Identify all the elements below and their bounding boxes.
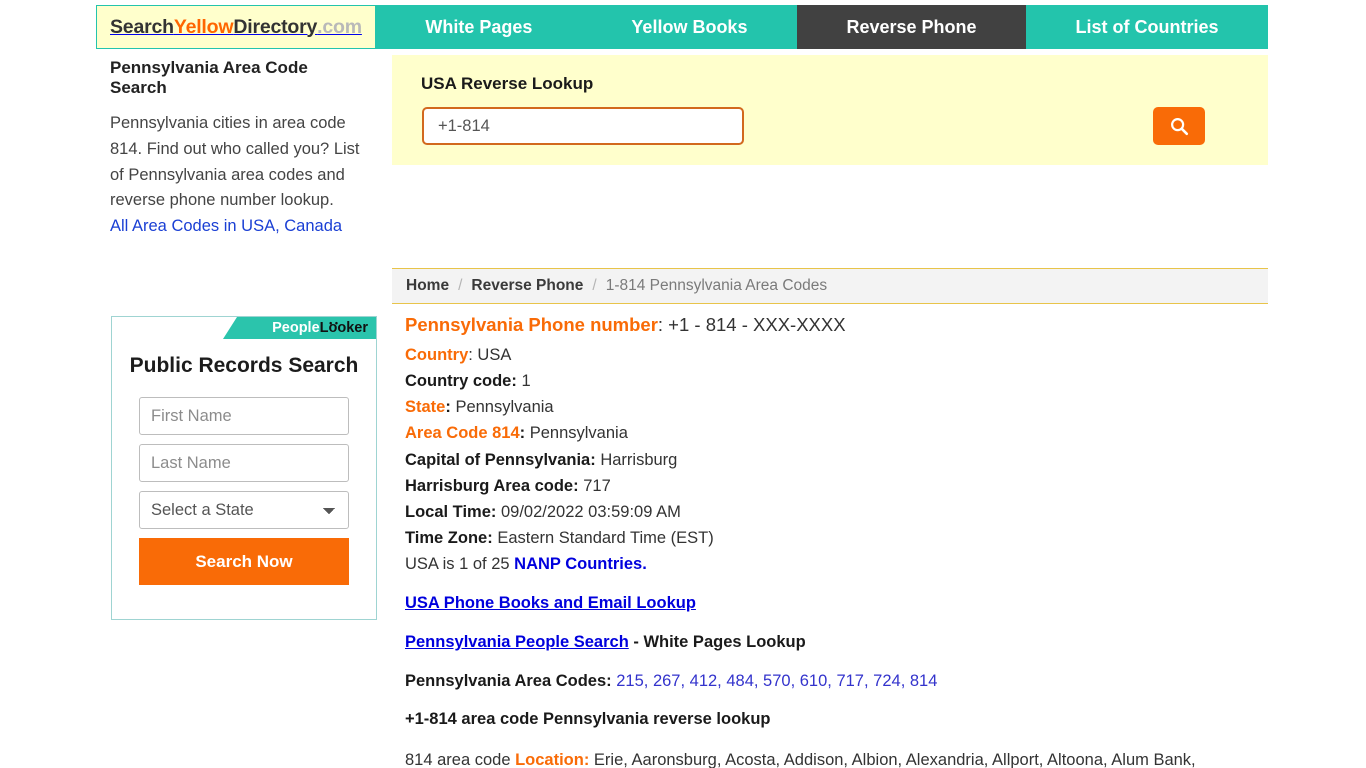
area-codes-list: Pennsylvania Area Codes: 215, 267, 412, … bbox=[405, 672, 938, 691]
sidebar: Pennsylvania Area Code Search Pennsylvan… bbox=[110, 58, 382, 240]
reverse-lookup-label: USA Reverse Lookup bbox=[421, 74, 594, 93]
search-now-button[interactable]: Search Now bbox=[139, 538, 349, 586]
breadcrumb-home-link[interactable]: Home bbox=[406, 277, 449, 295]
location-label: Location: bbox=[515, 750, 590, 768]
area-codes-label: Pennsylvania Area Codes: bbox=[405, 672, 617, 691]
phone-number-heading-value: : +1 - 814 - XXX-XXXX bbox=[657, 314, 846, 335]
phone-number-heading: Pennsylvania Phone number: +1 - 814 - XX… bbox=[405, 312, 1235, 338]
location-paragraph: 814 area code Location: Erie, Aaronsburg… bbox=[405, 747, 1227, 768]
detail-value-country-code: 1 bbox=[521, 372, 531, 391]
area-code-link-484[interactable]: 484 bbox=[726, 672, 754, 690]
area-code-link-610[interactable]: 610 bbox=[800, 672, 828, 690]
sidebar-description-text: Pennsylvania cities in area code 814. Fi… bbox=[110, 113, 360, 210]
peoplelooker-logo-dots: •• bbox=[329, 317, 341, 328]
nav-item-list-of-countries[interactable]: List of Countries bbox=[1026, 5, 1268, 49]
breadcrumb-separator: / bbox=[458, 277, 463, 294]
public-records-search-form: Select a State Search Now bbox=[139, 397, 349, 586]
detail-row-capital-area-code: Harrisburg Area code: 717 bbox=[405, 476, 611, 495]
detail-value-area-code: Pennsylvania bbox=[529, 424, 628, 443]
sidebar-all-area-codes-link[interactable]: All Area Codes in USA, Canada bbox=[110, 214, 342, 240]
widget-heading: Public Records Search bbox=[129, 354, 359, 377]
peoplelooker-logo-people: People bbox=[272, 320, 320, 336]
pennsylvania-people-search-link[interactable]: Pennsylvania People Search bbox=[405, 633, 629, 651]
reverse-lookup-subheading: +1-814 area code Pennsylvania reverse lo… bbox=[405, 710, 771, 729]
detail-value-capital: Harrisburg bbox=[600, 450, 678, 469]
detail-key-capital-area-code: Harrisburg Area code bbox=[405, 476, 574, 495]
area-code-link-717[interactable]: 717 bbox=[836, 672, 864, 690]
site-logo[interactable]: Search Yellow Directory .com bbox=[96, 5, 376, 49]
main-content: Pennsylvania Phone number: +1 - 814 - XX… bbox=[405, 312, 1235, 768]
nanp-line: USA is 1 of 25 NANP Countries. bbox=[405, 551, 1235, 577]
peoplelooker-logo-looker-text: Looker bbox=[319, 320, 368, 336]
detail-key-capital: Capital of Pennsylvania bbox=[405, 450, 591, 469]
detail-value-state: Pennsylvania bbox=[455, 398, 554, 417]
detail-row-capital: Capital of Pennsylvania: Harrisburg bbox=[405, 450, 678, 469]
phone-number-heading-key: Pennsylvania Phone number bbox=[405, 314, 658, 335]
detail-value-time-zone: Eastern Standard Time (EST) bbox=[497, 528, 714, 547]
nanp-countries-link[interactable]: NANP Countries. bbox=[514, 555, 647, 573]
sidebar-title: Pennsylvania Area Code Search bbox=[110, 58, 308, 98]
detail-key-country-code: Country code bbox=[405, 372, 512, 391]
people-search-suffix: - White Pages Lookup bbox=[628, 632, 806, 651]
search-icon bbox=[1171, 118, 1189, 136]
detail-key-time-zone: Time Zone bbox=[405, 528, 488, 547]
nav-item-reverse-phone[interactable]: Reverse Phone bbox=[796, 5, 1027, 49]
nav-item-white-pages[interactable]: White Pages bbox=[376, 5, 582, 49]
detail-row-country-code: Country code: 1 bbox=[405, 372, 531, 391]
area-code-link-412[interactable]: 412 bbox=[690, 672, 718, 690]
logo-text-search: Search bbox=[110, 15, 174, 38]
reverse-lookup-search-button[interactable] bbox=[1153, 107, 1205, 145]
detail-value-country: USA bbox=[477, 346, 512, 365]
detail-key-country: Country bbox=[405, 346, 469, 365]
logo-text-yellow: Yellow bbox=[173, 15, 234, 38]
usa-phone-books-link[interactable]: USA Phone Books and Email Lookup bbox=[405, 594, 696, 612]
breadcrumb: Home / Reverse Phone / 1-814 Pennsylvani… bbox=[392, 268, 1268, 304]
logo-text-directory: Directory bbox=[233, 15, 318, 38]
logo-text-com: .com bbox=[317, 15, 362, 38]
state-select[interactable]: Select a State bbox=[139, 491, 349, 530]
last-name-input[interactable] bbox=[139, 444, 349, 483]
nanp-prefix: USA is 1 of 25 bbox=[405, 554, 515, 573]
detail-row-country: Country: USA bbox=[405, 346, 512, 365]
first-name-input[interactable] bbox=[139, 397, 349, 436]
detail-row-local-time: Local Time: 09/02/2022 03:59:09 AM bbox=[405, 502, 681, 521]
breadcrumb-separator-2: / bbox=[592, 277, 597, 294]
location-prefix: 814 area code bbox=[405, 750, 516, 768]
reverse-lookup-input[interactable] bbox=[422, 107, 744, 145]
phone-books-block: USA Phone Books and Email Lookup bbox=[405, 591, 1235, 616]
detail-row-time-zone: Time Zone: Eastern Standard Time (EST) bbox=[405, 528, 714, 547]
area-code-link-724[interactable]: 724 bbox=[873, 672, 901, 690]
top-navigation-bar: Search Yellow Directory .com White Pages Ye… bbox=[96, 5, 1268, 49]
page-root: Search Yellow Directory .com White Pages Ye… bbox=[0, 0, 1366, 768]
people-search-block: Pennsylvania People Search - White Pages… bbox=[405, 630, 1235, 655]
area-code-link-267[interactable]: 267 bbox=[653, 672, 681, 690]
area-code-link-814[interactable]: 814 bbox=[910, 672, 938, 690]
area-code-link-570[interactable]: 570 bbox=[763, 672, 791, 690]
peoplelooker-logo-looker: •• Looker bbox=[319, 317, 368, 337]
detail-key-state: State bbox=[405, 398, 446, 417]
detail-value-local-time: 09/02/2022 03:59:09 AM bbox=[501, 502, 681, 521]
detail-key-area-code: Area Code 814 bbox=[405, 424, 520, 443]
nav-item-yellow-books[interactable]: Yellow Books bbox=[582, 5, 797, 49]
detail-value-capital-area-code: 717 bbox=[583, 476, 611, 495]
area-code-link-215[interactable]: 215 bbox=[616, 672, 644, 690]
breadcrumb-reverse-phone-link[interactable]: Reverse Phone bbox=[471, 277, 583, 295]
reverse-lookup-panel: USA Reverse Lookup bbox=[392, 55, 1268, 165]
peoplelooker-widget: People••Looker Public Records Search Sel… bbox=[111, 316, 377, 620]
detail-row-state: State: Pennsylvania bbox=[405, 398, 554, 417]
detail-row-area-code: Area Code 814: Pennsylvania bbox=[405, 424, 628, 443]
sidebar-description: Pennsylvania cities in area code 814. Fi… bbox=[110, 111, 375, 240]
detail-key-local-time: Local Time bbox=[405, 502, 491, 521]
breadcrumb-current-page: 1-814 Pennsylvania Area Codes bbox=[605, 277, 828, 294]
peoplelooker-logo: People •• Looker bbox=[223, 317, 376, 339]
